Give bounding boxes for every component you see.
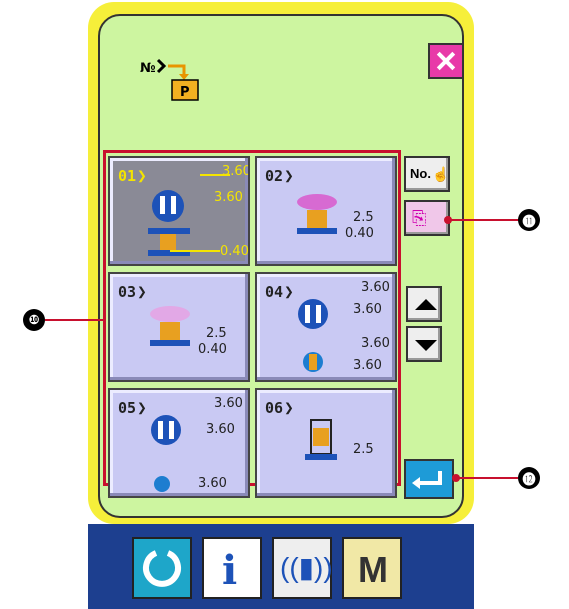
pattern-value: 3.60 (353, 302, 382, 317)
communication-button[interactable]: ((▮)) (272, 537, 333, 599)
close-button[interactable] (428, 43, 464, 79)
pattern-button-03[interactable]: 03 2.5 0.40 (108, 272, 250, 382)
pattern-value: 3.60 (214, 190, 243, 205)
no-select-button[interactable]: No. ☝ (404, 156, 450, 192)
ready-button[interactable] (132, 537, 192, 599)
pattern-button-06[interactable]: 06 2.5 (255, 388, 397, 498)
button-icon (305, 419, 337, 460)
callout-10: ❿ (23, 309, 45, 331)
no-label: No. (410, 166, 431, 181)
communication-icon: ((▮)) (280, 552, 333, 583)
enter-button[interactable] (404, 459, 454, 499)
pattern-button-01[interactable]: 01 3.60 3.60 0.40 (108, 156, 250, 266)
callout-line-11 (448, 219, 520, 221)
pattern-value: 3.60 (361, 280, 390, 295)
pattern-value: 3.60 (222, 164, 250, 179)
pattern-number: 05 (118, 398, 147, 417)
callout-11: ⓫ (518, 209, 540, 231)
scroll-down-button[interactable] (406, 326, 442, 362)
info-button[interactable]: i (202, 537, 262, 599)
pattern-value: 3.60 (206, 422, 235, 437)
pattern-number: 06 (265, 398, 294, 417)
pattern-copy-icon: ⎘ (412, 208, 427, 228)
callout-line-12 (456, 477, 518, 479)
enter-arrow-icon (412, 471, 442, 489)
svg-text:P: P (180, 85, 190, 100)
pattern-button-05[interactable]: 05 3.60 3.60 3.60 (108, 388, 250, 498)
button-icon (298, 299, 328, 372)
pattern-value: 3.60 (214, 396, 243, 411)
info-label: i (222, 547, 238, 594)
pattern-value: 3.60 (353, 358, 382, 373)
svg-text:№: № (140, 61, 156, 76)
mode-button[interactable]: M (342, 537, 402, 599)
button-icon (297, 194, 337, 234)
callout-12: ⓬ (518, 467, 540, 489)
pattern-copy-button[interactable]: ⎘ (404, 200, 450, 236)
pattern-value: 2.5 (206, 326, 227, 341)
pattern-no-folder-icon: № P (140, 52, 208, 102)
arrow-down-icon (415, 340, 437, 351)
pattern-value: 2.5 (353, 210, 374, 225)
callout-line-10 (45, 319, 103, 321)
pattern-value: 3.60 (198, 476, 227, 491)
pattern-number: 02 (265, 166, 294, 185)
pattern-value: 0.40 (220, 244, 249, 259)
pattern-number: 04 (265, 282, 294, 301)
pattern-number: 03 (118, 282, 147, 301)
mode-label: M (358, 549, 388, 590)
arrow-up-icon (415, 299, 437, 310)
pattern-value: 0.40 (198, 342, 227, 357)
hand-pointer-icon: ☝ (432, 166, 450, 182)
pattern-button-04[interactable]: 04 3.60 3.60 3.60 3.60 (255, 272, 397, 382)
pattern-value: 3.60 (361, 336, 390, 351)
button-icon (151, 415, 181, 492)
button-icon (150, 306, 190, 346)
pattern-value: 0.40 (345, 226, 374, 241)
scroll-up-button[interactable] (406, 286, 442, 322)
ready-icon (143, 550, 181, 587)
pattern-button-02[interactable]: 02 2.5 0.40 (255, 156, 397, 266)
dim-line (170, 250, 220, 252)
pattern-value: 2.5 (353, 442, 374, 457)
